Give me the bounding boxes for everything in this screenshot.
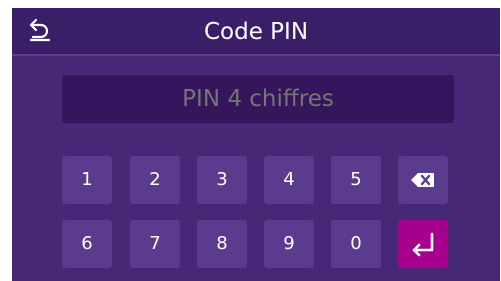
key-2[interactable]: 2 <box>130 156 180 204</box>
key-7[interactable]: 7 <box>130 220 180 268</box>
enter-button[interactable] <box>398 220 448 268</box>
backspace-button[interactable] <box>398 156 448 204</box>
key-4[interactable]: 4 <box>264 156 314 204</box>
key-0[interactable]: 0 <box>331 220 381 268</box>
key-5[interactable]: 5 <box>331 156 381 204</box>
key-6[interactable]: 6 <box>62 220 112 268</box>
page-title: Code PIN <box>203 19 309 45</box>
key-1[interactable]: 1 <box>62 156 112 204</box>
key-9[interactable]: 9 <box>264 220 314 268</box>
backspace-icon <box>398 156 448 204</box>
pin-input[interactable] <box>62 75 454 123</box>
key-3[interactable]: 3 <box>197 156 247 204</box>
pin-screen: Code PIN 1 2 3 4 5 6 7 8 9 0 <box>12 8 500 281</box>
enter-icon <box>398 220 448 268</box>
key-8[interactable]: 8 <box>197 220 247 268</box>
header-bar: Code PIN <box>12 8 500 56</box>
